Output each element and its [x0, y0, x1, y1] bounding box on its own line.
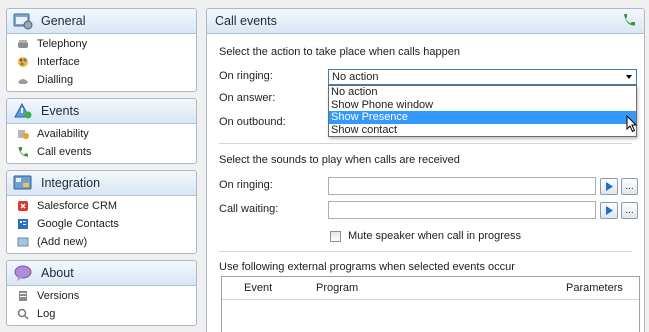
dropdown-option[interactable]: Show Phone window: [329, 99, 636, 112]
sidebar: General Telephony Interface Dialling Eve…: [6, 8, 197, 332]
log-icon: [17, 308, 29, 320]
on-outbound-label: On outbound:: [219, 116, 286, 128]
events-icon: [13, 102, 33, 120]
sidebar-item-google-contacts[interactable]: Google Contacts: [7, 215, 196, 233]
on-ringing-label: On ringing:: [219, 70, 273, 82]
sidebar-item-dialling[interactable]: Dialling: [7, 71, 196, 89]
settings-window-icon: [13, 12, 33, 30]
browse-call-waiting-sound-button[interactable]: ...: [621, 202, 638, 219]
sidebar-item-label: Versions: [37, 290, 80, 302]
integration-icon: [13, 174, 33, 192]
versions-icon: [17, 290, 29, 302]
panel-title: Call events: [215, 14, 277, 28]
sidebar-item-label: Log: [37, 308, 56, 320]
call-waiting-label: Call waiting:: [219, 203, 279, 215]
sidebar-item-availability[interactable]: Availability: [7, 125, 196, 143]
speech-bubble-icon: [13, 264, 33, 282]
table-header: Event Program Parameters: [222, 277, 639, 300]
sounds-section-title: Select the sounds to play when calls are…: [219, 154, 460, 166]
actions-section-title: Select the action to take place when cal…: [219, 46, 460, 58]
panel-header: Call events: [207, 9, 644, 34]
group-general: General Telephony Interface Dialling: [6, 8, 197, 92]
call-events-icon: [17, 146, 29, 158]
group-header-integration[interactable]: Integration: [7, 171, 196, 196]
group-header-about[interactable]: About: [7, 261, 196, 286]
palette-icon: [17, 56, 29, 68]
sidebar-item-add-new[interactable]: (Add new): [7, 233, 196, 251]
group-header-general[interactable]: General: [7, 9, 196, 34]
mute-speaker-label: Mute speaker when call in progress: [348, 230, 522, 242]
column-header-event[interactable]: Event: [222, 277, 308, 299]
dialling-icon: [17, 74, 29, 86]
column-header-parameters[interactable]: Parameters: [558, 277, 639, 299]
phone-icon: [17, 38, 29, 50]
mouse-cursor-icon: [626, 115, 638, 133]
group-title: Integration: [41, 176, 101, 190]
browse-ringing-sound-button[interactable]: ...: [621, 178, 638, 195]
sidebar-item-label: Telephony: [37, 38, 88, 50]
sidebar-item-label: Dialling: [37, 74, 74, 86]
group-header-events[interactable]: Events: [7, 99, 196, 124]
on-answer-label: On answer:: [219, 92, 276, 104]
sidebar-item-log[interactable]: Log: [7, 305, 196, 323]
group-title: About: [41, 266, 74, 280]
sidebar-item-label: Availability: [37, 128, 89, 140]
play-call-waiting-sound-button[interactable]: [600, 202, 618, 219]
sidebar-item-versions[interactable]: Versions: [7, 287, 196, 305]
sound-on-ringing-label: On ringing:: [219, 179, 273, 191]
group-integration: Integration Salesforce CRM Google Contac…: [6, 170, 197, 254]
dropdown-option[interactable]: No action: [329, 86, 636, 99]
play-ringing-sound-button[interactable]: [600, 178, 618, 195]
play-icon: [606, 182, 613, 191]
group-about: About Versions Log: [6, 260, 197, 326]
call-events-panel: Call events Select the action to take pl…: [206, 8, 645, 332]
phone-handset-icon: [622, 13, 636, 30]
chevron-down-icon: [626, 75, 632, 79]
group-events: Events Availability Call events: [6, 98, 197, 164]
sidebar-item-label: Interface: [37, 56, 80, 68]
availability-icon: [17, 128, 29, 140]
add-new-icon: [17, 236, 29, 248]
sidebar-item-label: Google Contacts: [37, 218, 119, 230]
dropdown-option[interactable]: Show contact: [329, 124, 636, 137]
divider: [219, 143, 632, 144]
mute-speaker-checkbox[interactable]: [330, 231, 341, 242]
on-ringing-value: No action: [332, 71, 379, 83]
ringing-sound-input[interactable]: [328, 177, 596, 195]
dropdown-option-highlighted[interactable]: Show Presence: [329, 111, 636, 124]
column-header-program[interactable]: Program: [308, 277, 558, 299]
call-waiting-sound-input[interactable]: [328, 201, 596, 219]
group-title: Events: [41, 104, 80, 118]
divider: [219, 251, 632, 252]
sidebar-item-salesforce-crm[interactable]: Salesforce CRM: [7, 197, 196, 215]
salesforce-icon: [17, 200, 29, 212]
sidebar-item-label: Salesforce CRM: [37, 200, 118, 212]
group-title: General: [41, 14, 86, 28]
sidebar-item-interface[interactable]: Interface: [7, 53, 196, 71]
sidebar-item-call-events[interactable]: Call events: [7, 143, 196, 161]
external-programs-table[interactable]: Event Program Parameters: [221, 276, 640, 332]
sidebar-item-label: Call events: [37, 146, 92, 158]
contacts-icon: [17, 218, 29, 230]
play-icon: [606, 206, 613, 215]
sidebar-item-telephony[interactable]: Telephony: [7, 35, 196, 53]
external-programs-title: Use following external programs when sel…: [219, 261, 515, 273]
on-ringing-dropdown-list: No action Show Phone window Show Presenc…: [328, 85, 637, 137]
sidebar-item-label: (Add new): [37, 236, 88, 248]
on-ringing-select[interactable]: No action: [328, 69, 637, 85]
